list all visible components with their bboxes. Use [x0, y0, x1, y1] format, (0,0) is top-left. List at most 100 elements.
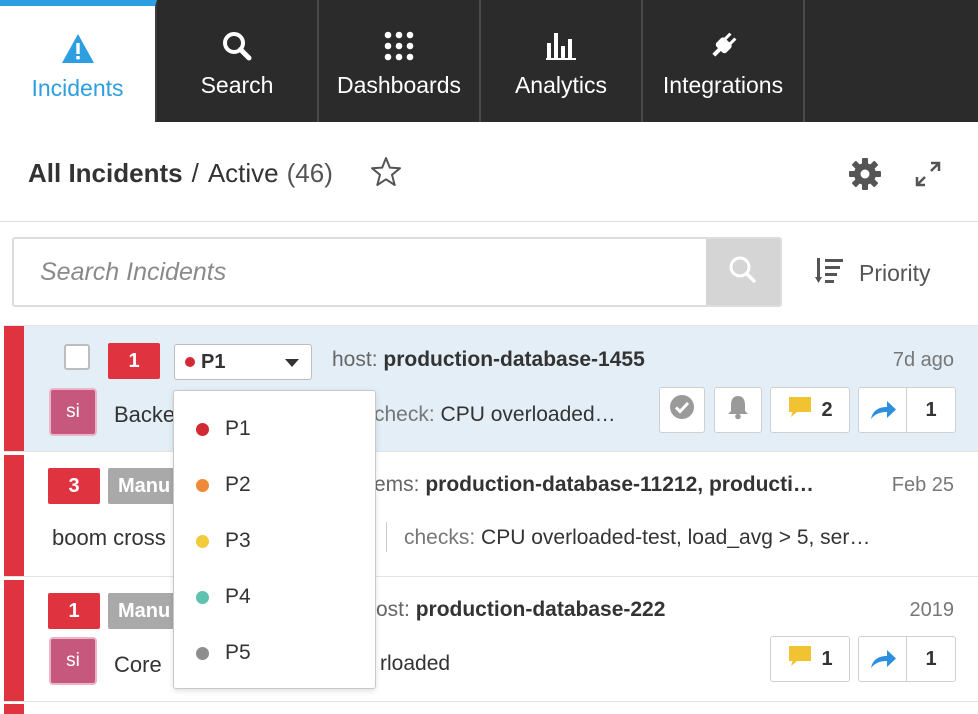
host-name[interactable]: production-database-1455 — [383, 348, 644, 371]
acknowledge-button[interactable] — [714, 387, 762, 433]
bell-icon — [726, 394, 750, 426]
breadcrumb: All Incidents / Active (46) — [28, 158, 333, 189]
comments-count: 1 — [821, 647, 833, 670]
priority-dropdown: P1 P2 P3 P4 P5 — [173, 390, 376, 689]
host-name[interactable]: production-database-11212, producti… — [425, 473, 814, 496]
tab-analytics-label: Analytics — [514, 71, 608, 98]
tab-incidents[interactable]: Incidents — [0, 0, 157, 122]
page-header: All Incidents / Active (46) — [0, 122, 978, 222]
search-icon — [222, 24, 252, 68]
priority-value: P1 — [201, 350, 226, 373]
incident-row[interactable]: 1 Manu ost: production-database-222 2019… — [4, 580, 978, 702]
search-icon — [728, 255, 758, 290]
nav-filler — [805, 0, 978, 122]
tab-incidents-label: Incidents — [31, 74, 124, 101]
breadcrumb-root[interactable]: All Incidents — [28, 158, 183, 189]
share-count[interactable]: 1 — [907, 637, 955, 681]
warning-icon — [61, 27, 95, 71]
checks-info: checks: CPU overloaded-test, load_avg > … — [404, 526, 956, 550]
comments-button[interactable]: 2 — [770, 387, 850, 433]
check-circle-icon — [669, 394, 695, 426]
checks-value: CPU overloaded-test, load_avg > 5, ser… — [481, 526, 871, 549]
event-count-badge: 1 — [108, 343, 160, 379]
checks-value: rloaded — [380, 652, 451, 675]
share-icon[interactable] — [859, 637, 907, 681]
comments-count: 2 — [821, 398, 833, 421]
host-label: ems: — [374, 473, 420, 496]
sort-icon — [815, 256, 859, 290]
top-nav: Incidents Search Dashboards Analytics In… — [0, 0, 978, 122]
tab-analytics[interactable]: Analytics — [481, 0, 643, 122]
priority-option-p5[interactable]: P5 — [174, 625, 375, 681]
checks-info: check: CPU overloaded… — [374, 403, 652, 427]
host-label: host: — [332, 348, 378, 371]
event-count-badge: 1 — [48, 593, 100, 629]
severity-bar — [4, 704, 24, 714]
incident-row[interactable] — [4, 704, 978, 714]
host-label: ost: — [376, 598, 410, 621]
share-button[interactable]: 1 — [858, 387, 956, 433]
row-checkbox[interactable] — [64, 344, 90, 370]
tab-search-label: Search — [200, 71, 274, 98]
event-count-badge: 3 — [48, 468, 100, 504]
share-icon[interactable] — [859, 388, 907, 432]
priority-option-p3[interactable]: P3 — [174, 513, 375, 569]
resolve-button[interactable] — [659, 387, 705, 433]
host-info: ems: production-database-11212, producti… — [374, 473, 882, 497]
plug-icon — [707, 24, 739, 68]
incident-title[interactable]: Backe — [114, 402, 174, 428]
search-box — [12, 237, 782, 307]
checks-label: checks: — [404, 526, 476, 549]
search-button[interactable] — [706, 239, 780, 305]
priority-option-p2[interactable]: P2 — [174, 457, 375, 513]
avatar[interactable]: si — [49, 637, 97, 685]
tab-dashboards[interactable]: Dashboards — [319, 0, 481, 122]
sort-label: Priority — [859, 259, 931, 286]
gear-icon[interactable] — [848, 157, 882, 196]
incident-title[interactable]: boom cross — [52, 525, 176, 551]
sort-button[interactable]: Priority — [815, 256, 931, 290]
comment-icon — [787, 644, 813, 674]
incident-row[interactable]: 1 P1 host: production-database-1455 7d a… — [4, 325, 978, 452]
expand-icon[interactable] — [914, 160, 942, 193]
avatar[interactable]: si — [49, 388, 97, 436]
tab-integrations-label: Integrations — [662, 71, 784, 98]
host-name[interactable]: production-database-222 — [416, 598, 666, 621]
priority-option-p1[interactable]: P1 — [174, 401, 375, 457]
breadcrumb-current: Active — [207, 158, 279, 188]
severity-bar — [4, 326, 24, 451]
priority-dot — [196, 478, 209, 492]
priority-dot — [185, 357, 195, 367]
divider — [386, 522, 387, 552]
comments-button[interactable]: 1 — [770, 636, 850, 682]
priority-select[interactable]: P1 — [174, 344, 312, 380]
checks-info: rloaded — [380, 652, 580, 676]
priority-dot — [196, 534, 209, 548]
tab-integrations[interactable]: Integrations — [643, 0, 805, 122]
breadcrumb-separator: / — [191, 158, 199, 188]
severity-bar — [4, 455, 24, 576]
incident-time: 2019 — [909, 599, 955, 621]
comment-icon — [787, 395, 813, 425]
grid-icon — [384, 24, 414, 68]
tab-dashboards-label: Dashboards — [336, 71, 462, 98]
host-info: host: production-database-1455 — [332, 348, 712, 372]
incident-title[interactable]: Core — [114, 652, 174, 678]
tab-search[interactable]: Search — [157, 0, 319, 122]
checks-label: check: — [374, 403, 435, 426]
priority-dot — [196, 422, 209, 436]
bar-chart-icon — [546, 24, 576, 68]
priority-option-label: P1 — [225, 417, 251, 440]
severity-bar — [4, 580, 24, 701]
incident-count: (46) — [286, 158, 333, 188]
share-count[interactable]: 1 — [907, 388, 955, 432]
priority-dot — [196, 646, 209, 660]
search-input[interactable] — [14, 239, 706, 305]
share-button[interactable]: 1 — [858, 636, 956, 682]
chevron-down-icon — [285, 359, 299, 367]
priority-option-p4[interactable]: P4 — [174, 569, 375, 625]
incidents-page: Incidents Search Dashboards Analytics In… — [0, 0, 978, 714]
priority-option-label: P3 — [225, 529, 251, 552]
incident-row[interactable]: 3 Manu ems: production-database-11212, p… — [4, 455, 978, 577]
star-icon[interactable] — [370, 156, 402, 193]
